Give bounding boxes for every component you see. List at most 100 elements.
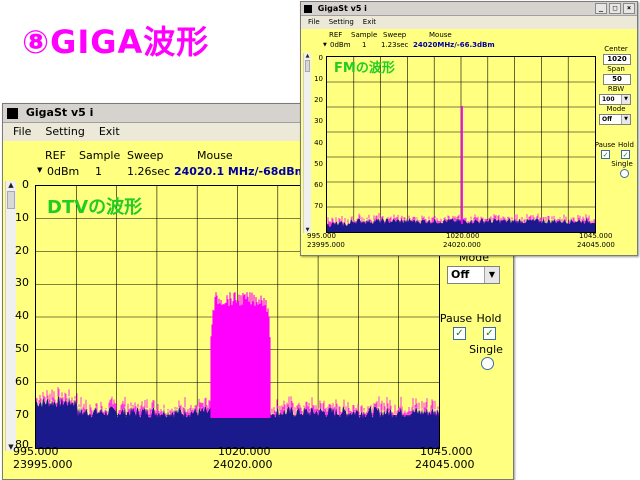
y-tick: 50 bbox=[15, 342, 29, 355]
scroll-thumb[interactable] bbox=[7, 191, 15, 209]
y-tick: 30 bbox=[15, 276, 29, 289]
maximize-icon[interactable]: □ bbox=[609, 3, 621, 14]
window-controls: _ □ × bbox=[595, 3, 635, 14]
chevron-down-icon[interactable]: ▼ bbox=[621, 115, 630, 124]
mode-select-value: Off bbox=[602, 116, 612, 123]
x-freq-label: 24020.000 bbox=[213, 458, 273, 471]
menu-file[interactable]: File bbox=[308, 16, 320, 29]
x-freq-label: 995.000 bbox=[13, 445, 59, 458]
dtv-signal-block bbox=[210, 292, 271, 418]
single-radio[interactable] bbox=[620, 169, 629, 178]
y-tick: 0 bbox=[318, 54, 323, 62]
scroll-up-icon[interactable]: ▲ bbox=[6, 181, 16, 189]
app-icon bbox=[7, 107, 18, 119]
menu-exit[interactable]: Exit bbox=[363, 16, 376, 29]
mode-select[interactable]: Off ▼ bbox=[447, 266, 500, 284]
ref-value: 0dBm bbox=[330, 41, 351, 49]
chevron-down-icon[interactable]: ▼ bbox=[621, 95, 630, 104]
y-tick: 20 bbox=[314, 96, 323, 104]
x-freq-label: 1020.000 bbox=[218, 445, 271, 458]
sample-value: 1 bbox=[362, 41, 367, 49]
pause-label: Pause bbox=[594, 141, 616, 149]
mouse-label: Mouse bbox=[429, 31, 452, 39]
mouse-value: 24020.1 MHz/-68dBm bbox=[174, 165, 307, 178]
rbw-select[interactable]: 100 ▼ bbox=[599, 94, 631, 105]
y-tick: 60 bbox=[314, 181, 323, 189]
single-label: Single bbox=[611, 160, 633, 168]
pause-checkbox[interactable]: ✓ bbox=[601, 150, 610, 159]
single-radio[interactable] bbox=[481, 357, 494, 370]
center-input[interactable]: 1020 bbox=[603, 54, 631, 65]
rbw-select-value: 100 bbox=[602, 96, 615, 103]
fm-client-area: REF Sample Sweep Mouse ▼ 0dBm 1 1.23sec … bbox=[301, 29, 637, 255]
rbw-label: RBW bbox=[607, 85, 625, 93]
fm-spectrum-plot[interactable] bbox=[326, 56, 596, 233]
sweep-value: 1.23sec bbox=[381, 41, 409, 49]
menu-setting[interactable]: Setting bbox=[329, 16, 354, 29]
y-tick: 70 bbox=[314, 202, 323, 210]
fm-menubar: File Setting Exit bbox=[301, 16, 637, 29]
hold-checkbox[interactable]: ✓ bbox=[621, 150, 630, 159]
chevron-down-icon[interactable]: ▼ bbox=[484, 267, 499, 283]
ref-arrow-icon[interactable]: ▼ bbox=[323, 42, 327, 48]
center-label: Center bbox=[604, 45, 628, 53]
close-icon[interactable]: × bbox=[623, 3, 635, 14]
ref-label: REF bbox=[329, 31, 343, 39]
scroll-thumb[interactable] bbox=[305, 60, 310, 72]
fm-window-title: GigaSt v5 i bbox=[317, 4, 367, 13]
y-tick: 50 bbox=[314, 160, 323, 168]
fm-overlay-label: FMの波形 bbox=[334, 61, 395, 76]
grid bbox=[327, 57, 595, 232]
app-icon bbox=[304, 4, 312, 13]
sweep-label: Sweep bbox=[383, 31, 407, 39]
x-freq-label: 1045.000 bbox=[579, 232, 613, 240]
hold-checkbox[interactable]: ✓ bbox=[483, 327, 496, 340]
menu-setting[interactable]: Setting bbox=[45, 123, 84, 141]
ref-scrollbar[interactable]: ▲ ▼ bbox=[303, 53, 311, 233]
mode-select[interactable]: Off ▼ bbox=[599, 114, 631, 125]
mode-label: Mode bbox=[606, 105, 626, 113]
mouse-label: Mouse bbox=[197, 149, 233, 162]
x-freq-label: 23995.000 bbox=[13, 458, 73, 471]
dtv-window-title: GigaSt v5 i bbox=[25, 106, 94, 119]
single-label: Single bbox=[469, 343, 503, 356]
menu-file[interactable]: File bbox=[13, 123, 31, 141]
scroll-up-icon[interactable]: ▲ bbox=[304, 53, 311, 59]
sample-label: Sample bbox=[351, 31, 378, 39]
hold-label: Hold bbox=[618, 141, 634, 149]
x-freq-label: 24020.000 bbox=[443, 241, 481, 249]
x-freq-label: 995.000 bbox=[307, 232, 336, 240]
span-label: Span bbox=[607, 65, 625, 73]
y-tick: 0 bbox=[22, 178, 29, 191]
ref-label: REF bbox=[45, 149, 66, 162]
slide-title: ⑧GIGA波形 bbox=[22, 23, 210, 61]
sweep-value: 1.26sec bbox=[127, 165, 171, 178]
dtv-control-panel: Mode Off ▼ Pause Hold ✓ ✓ Single bbox=[439, 251, 509, 471]
y-tick: 40 bbox=[314, 139, 323, 147]
x-freq-label: 23995.000 bbox=[307, 241, 345, 249]
sample-label: Sample bbox=[79, 149, 121, 162]
y-tick: 70 bbox=[15, 408, 29, 421]
minimize-icon[interactable]: _ bbox=[595, 3, 607, 14]
fm-titlebar[interactable]: GigaSt v5 i _ □ × bbox=[301, 2, 637, 16]
y-tick: 40 bbox=[15, 309, 29, 322]
y-tick: 10 bbox=[15, 211, 29, 224]
sample-value: 1 bbox=[95, 165, 102, 178]
ref-value: 0dBm bbox=[47, 165, 80, 178]
y-tick: 10 bbox=[314, 75, 323, 83]
y-tick: 60 bbox=[15, 375, 29, 388]
sweep-label: Sweep bbox=[127, 149, 164, 162]
fm-window: GigaSt v5 i _ □ × File Setting Exit REF … bbox=[300, 1, 638, 256]
x-freq-label: 24045.000 bbox=[577, 241, 615, 249]
fm-control-panel: Center 1020 Span 50 RBW 100 ▼ Mode Off ▼… bbox=[594, 45, 636, 205]
hold-label: Hold bbox=[476, 312, 502, 325]
mouse-value: 24020MHz/-66.3dBm bbox=[413, 41, 495, 49]
span-input[interactable]: 50 bbox=[603, 74, 631, 85]
x-freq-label: 1020.000 bbox=[446, 232, 480, 240]
y-tick: 20 bbox=[15, 244, 29, 257]
pause-checkbox[interactable]: ✓ bbox=[453, 327, 466, 340]
pause-label: Pause bbox=[439, 312, 473, 325]
ref-arrow-icon[interactable]: ▼ bbox=[37, 166, 42, 174]
y-tick: 30 bbox=[314, 117, 323, 125]
menu-exit[interactable]: Exit bbox=[99, 123, 120, 141]
